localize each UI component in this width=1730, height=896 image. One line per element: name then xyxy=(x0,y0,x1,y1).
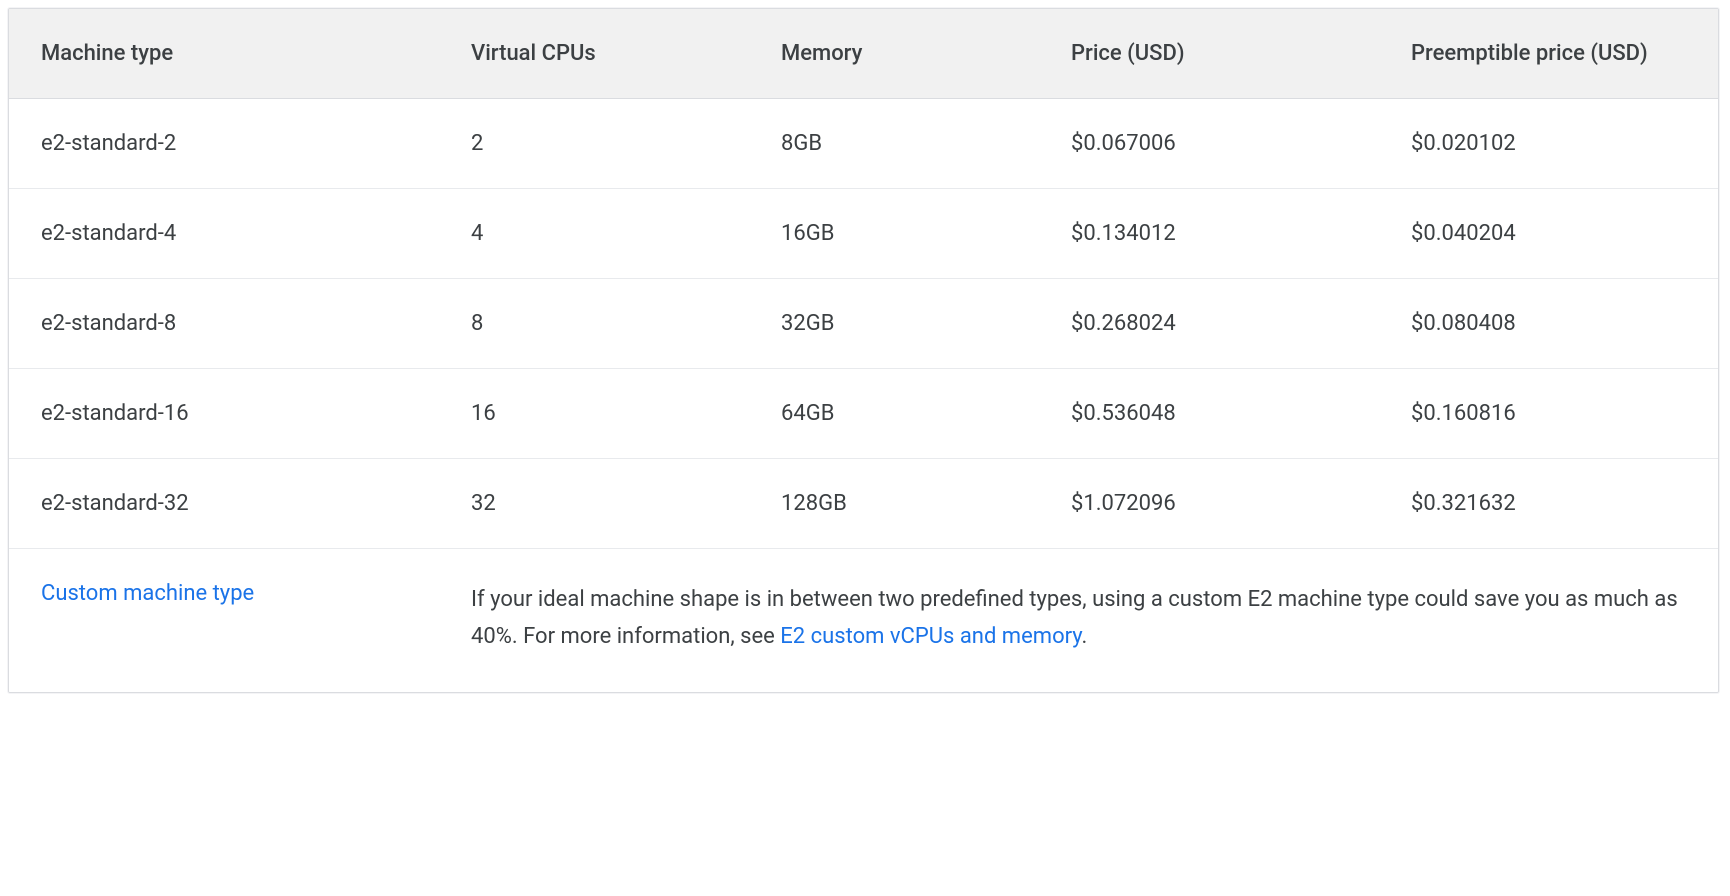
table-header-row: Machine type Virtual CPUs Memory Price (… xyxy=(9,9,1718,99)
header-price: Price (USD) xyxy=(1039,9,1379,99)
cell-machine-type: e2-standard-2 xyxy=(9,99,439,189)
table-footer-row: Custom machine type If your ideal machin… xyxy=(9,549,1718,692)
cell-price: $0.268024 xyxy=(1039,279,1379,369)
table-row: e2-standard-2 2 8GB $0.067006 $0.020102 xyxy=(9,99,1718,189)
cell-price: $1.072096 xyxy=(1039,459,1379,549)
cell-memory: 64GB xyxy=(749,369,1039,459)
e2-custom-vcpus-link[interactable]: E2 custom vCPUs and memory xyxy=(780,624,1081,649)
table-row: e2-standard-16 16 64GB $0.536048 $0.1608… xyxy=(9,369,1718,459)
cell-preemptible-price: $0.160816 xyxy=(1379,369,1718,459)
footer-desc-suffix: . xyxy=(1082,624,1088,649)
cell-preemptible-price: $0.080408 xyxy=(1379,279,1718,369)
header-preemptible-price: Preemptible price (USD) xyxy=(1379,9,1718,99)
custom-machine-type-link[interactable]: Custom machine type xyxy=(41,581,254,606)
table-row: e2-standard-8 8 32GB $0.268024 $0.080408 xyxy=(9,279,1718,369)
header-memory: Memory xyxy=(749,9,1039,99)
cell-machine-type: e2-standard-4 xyxy=(9,189,439,279)
cell-virtual-cpus: 4 xyxy=(439,189,749,279)
table-row: e2-standard-32 32 128GB $1.072096 $0.321… xyxy=(9,459,1718,549)
table-row: e2-standard-4 4 16GB $0.134012 $0.040204 xyxy=(9,189,1718,279)
cell-memory: 16GB xyxy=(749,189,1039,279)
cell-machine-type: e2-standard-32 xyxy=(9,459,439,549)
cell-virtual-cpus: 16 xyxy=(439,369,749,459)
header-virtual-cpus: Virtual CPUs xyxy=(439,9,749,99)
cell-memory: 128GB xyxy=(749,459,1039,549)
cell-preemptible-price: $0.020102 xyxy=(1379,99,1718,189)
cell-virtual-cpus: 32 xyxy=(439,459,749,549)
cell-price: $0.067006 xyxy=(1039,99,1379,189)
cell-machine-type: e2-standard-8 xyxy=(9,279,439,369)
cell-virtual-cpus: 8 xyxy=(439,279,749,369)
header-machine-type: Machine type xyxy=(9,9,439,99)
cell-memory: 32GB xyxy=(749,279,1039,369)
cell-preemptible-price: $0.040204 xyxy=(1379,189,1718,279)
custom-machine-type-description: If your ideal machine shape is in betwee… xyxy=(439,549,1718,692)
cell-price: $0.134012 xyxy=(1039,189,1379,279)
pricing-table: Machine type Virtual CPUs Memory Price (… xyxy=(8,8,1719,693)
cell-price: $0.536048 xyxy=(1039,369,1379,459)
cell-preemptible-price: $0.321632 xyxy=(1379,459,1718,549)
cell-machine-type: e2-standard-16 xyxy=(9,369,439,459)
cell-virtual-cpus: 2 xyxy=(439,99,749,189)
cell-memory: 8GB xyxy=(749,99,1039,189)
